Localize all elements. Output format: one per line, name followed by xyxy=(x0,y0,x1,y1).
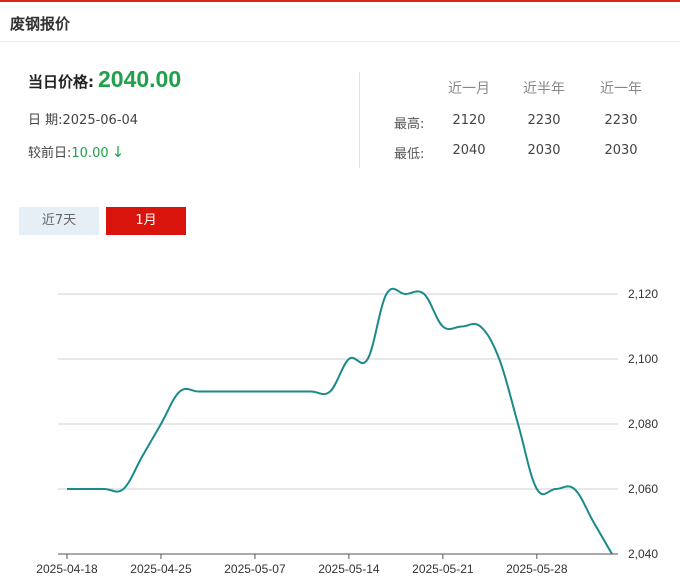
page-title: 废钢报价 xyxy=(10,15,71,33)
x-tick-label: 2025-04-18 xyxy=(36,562,98,576)
price-line-chart: 2,040 2,060 2,080 2,100 2,120 2025-04-18 2025-… xyxy=(36,287,658,576)
price-row: 当日价格: 2040.00 xyxy=(28,66,181,98)
x-tick-label: 2025-05-21 xyxy=(412,562,474,576)
data-point xyxy=(85,488,87,490)
chart-grid xyxy=(58,293,618,555)
data-point xyxy=(179,390,181,392)
data-point xyxy=(348,358,350,360)
price-value: 2040.00 xyxy=(98,66,182,92)
data-point xyxy=(310,390,312,392)
change-label: 较前日: xyxy=(28,146,72,161)
data-point xyxy=(235,390,237,392)
tab-1-month[interactable]: 1月 xyxy=(106,207,186,235)
data-point xyxy=(103,488,105,490)
y-tick-label: 2,040 xyxy=(628,547,658,561)
data-point xyxy=(291,390,293,392)
price-summary: 当日价格: 2040.00 日 期:2025-06-04 较前日:10.00 ↓ xyxy=(28,66,181,161)
data-point xyxy=(479,325,481,327)
data-point xyxy=(385,293,387,295)
data-point xyxy=(122,488,124,490)
data-point xyxy=(216,390,218,392)
data-point xyxy=(498,358,500,360)
data-point xyxy=(592,520,594,522)
x-tick-label: 2025-05-07 xyxy=(224,562,286,576)
tab-7-days[interactable]: 近7天 xyxy=(19,207,99,235)
stat-col-header: 近一年 xyxy=(600,81,642,97)
summary-divider xyxy=(359,72,360,168)
date-row: 日 期:2025-06-04 xyxy=(28,111,138,131)
data-point xyxy=(141,455,143,457)
data-point xyxy=(273,390,275,392)
x-tick-label: 2025-05-14 xyxy=(318,562,380,576)
stat-col-header: 近一月 xyxy=(448,81,490,97)
change-row: 较前日:10.00 ↓ xyxy=(28,142,124,162)
change-value: 10.00 xyxy=(71,146,109,161)
chart-labels: 2,040 2,060 2,080 2,100 2,120 2025-04-18 2025-… xyxy=(36,287,658,576)
data-point xyxy=(460,325,462,327)
y-tick-label: 2,080 xyxy=(628,417,658,431)
date-label: 日 期: xyxy=(28,113,63,128)
x-tick-label: 2025-04-25 xyxy=(130,562,192,576)
data-point xyxy=(611,553,613,555)
data-point xyxy=(442,325,444,327)
stat-value: 2230 xyxy=(604,113,638,128)
price-series-line xyxy=(66,287,613,555)
data-point xyxy=(160,423,162,425)
stat-value: 2030 xyxy=(604,143,638,158)
stat-value: 2120 xyxy=(452,113,486,128)
stat-value: 2030 xyxy=(527,143,561,158)
stat-value: 2040 xyxy=(452,143,486,158)
chart-series xyxy=(66,287,613,555)
stat-row-label-low: 最低: xyxy=(394,147,425,162)
data-point xyxy=(554,488,556,490)
data-point xyxy=(197,390,199,392)
data-point xyxy=(329,390,331,392)
down-arrow-icon: ↓ xyxy=(111,143,125,161)
price-label: 当日价格: xyxy=(28,73,94,91)
stat-row-label-high: 最高: xyxy=(394,117,425,132)
data-point xyxy=(517,423,519,425)
date-value: 2025-06-04 xyxy=(62,113,139,128)
data-point xyxy=(404,293,406,295)
data-point xyxy=(254,390,256,392)
stat-col-header: 近半年 xyxy=(523,81,565,97)
data-point xyxy=(423,293,425,295)
y-tick-label: 2,060 xyxy=(628,482,658,496)
data-point xyxy=(66,488,68,490)
data-point xyxy=(573,488,575,490)
x-tick-label: 2025-05-28 xyxy=(506,562,568,576)
data-point xyxy=(366,358,368,360)
price-range-stats: 近一月 近半年 近一年 最高: 2120 2230 2230 最低: 2040 … xyxy=(380,78,670,168)
y-tick-label: 2,100 xyxy=(628,352,658,366)
stat-value: 2230 xyxy=(527,113,561,128)
header-bar: 废钢报价 xyxy=(0,2,680,42)
y-tick-label: 2,120 xyxy=(628,287,658,301)
data-point xyxy=(536,488,538,490)
chart-axis xyxy=(58,553,618,559)
